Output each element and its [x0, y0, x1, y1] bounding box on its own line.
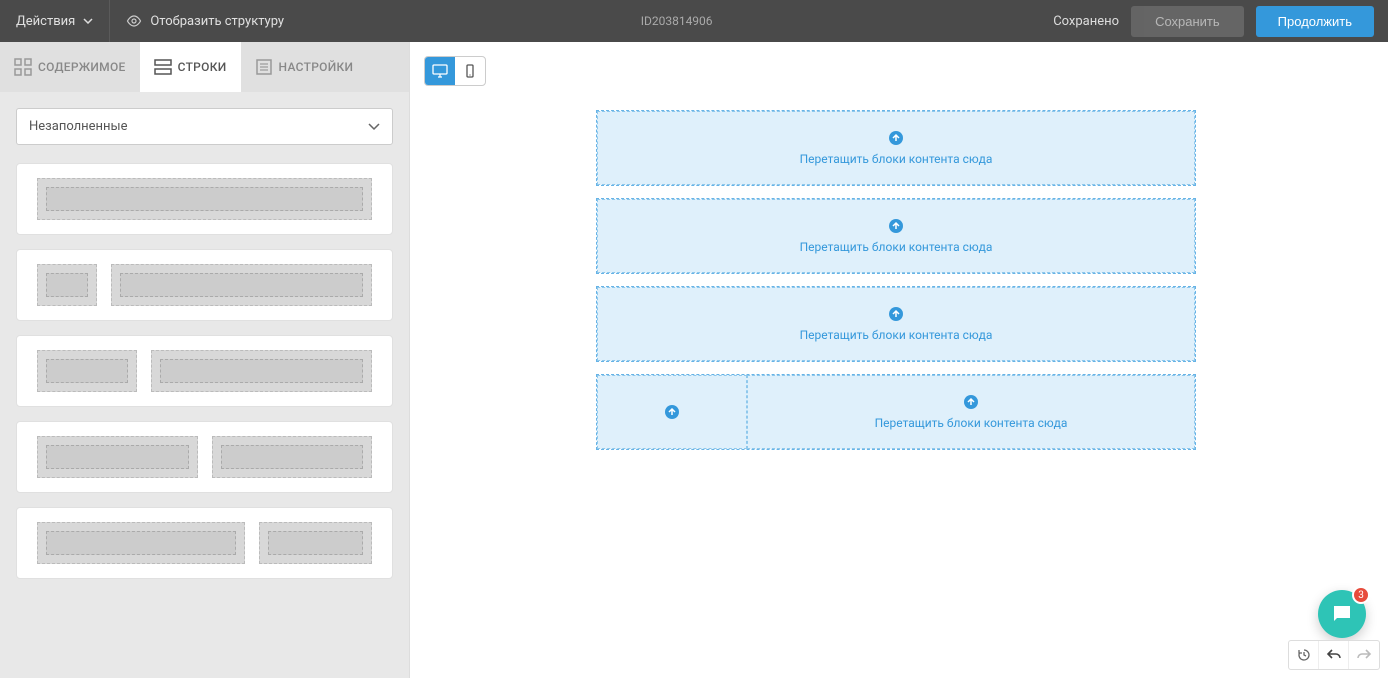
arrow-up-circle-icon [888, 218, 904, 234]
desktop-view-button[interactable] [425, 57, 455, 85]
arrow-up-circle-icon [888, 130, 904, 146]
sidebar-tabs: СОДЕРЖИМОЕ СТРОКИ НАСТРОЙКИ [0, 42, 409, 92]
undo-icon [1326, 647, 1342, 663]
desktop-icon [432, 64, 448, 78]
row-layout-1-3[interactable] [16, 249, 393, 321]
mobile-view-button[interactable] [455, 57, 485, 85]
dropzone-cell-narrow[interactable] [597, 375, 747, 449]
chat-icon [1330, 602, 1354, 626]
rows-icon [154, 58, 172, 76]
dropzone-row[interactable]: Перетащить блоки контента сюда [596, 110, 1196, 186]
chat-widget[interactable]: 3 [1318, 590, 1366, 638]
dropzone-text: Перетащить блоки контента сюда [875, 416, 1068, 430]
arrow-up-circle-icon [963, 394, 979, 410]
header-right: Сохранено Сохранить Продолжить [1053, 6, 1388, 37]
dropzone-row-split[interactable]: Перетащить блоки контента сюда [596, 374, 1196, 450]
redo-icon [1356, 647, 1372, 663]
saved-status: Сохранено [1053, 14, 1119, 29]
undo-button[interactable] [1319, 641, 1349, 669]
row-layout-2col-equal[interactable] [16, 421, 393, 493]
mobile-icon [462, 64, 478, 78]
sidebar-content: Незаполненные [0, 92, 409, 678]
arrow-up-circle-icon [888, 306, 904, 322]
tab-content[interactable]: СОДЕРЖИМОЕ [0, 42, 140, 92]
chevron-down-icon [368, 123, 380, 131]
dropzone-text: Перетащить блоки контента сюда [800, 152, 993, 166]
arrow-up-circle-icon [664, 404, 680, 420]
dropdown-selected: Незаполненные [29, 119, 128, 134]
row-layout-2col-narrow[interactable] [16, 335, 393, 407]
canvas-area: Перетащить блоки контента сюда Перетащит… [410, 42, 1388, 678]
eye-icon [126, 13, 142, 29]
tab-settings[interactable]: НАСТРОЙКИ [241, 42, 368, 92]
tab-rows-label: СТРОКИ [178, 60, 227, 74]
grid-icon [14, 58, 32, 76]
row-filter-dropdown[interactable]: Незаполненные [16, 108, 393, 145]
structure-label: Отобразить структуру [150, 14, 284, 29]
continue-button[interactable]: Продолжить [1256, 6, 1374, 37]
show-structure-button[interactable]: Отобразить структуру [110, 13, 300, 29]
dropzone-text: Перетащить блоки контента сюда [800, 328, 993, 342]
chevron-down-icon [83, 18, 93, 24]
actions-dropdown[interactable]: Действия [0, 0, 110, 42]
dropzone-row[interactable]: Перетащить блоки контента сюда [596, 286, 1196, 362]
history-button[interactable] [1289, 641, 1319, 669]
canvas-rows: Перетащить блоки контента сюда Перетащит… [596, 110, 1196, 450]
main-area: СОДЕРЖИМОЕ СТРОКИ НАСТРОЙКИ Незаполненны… [0, 42, 1388, 678]
dropzone-row[interactable]: Перетащить блоки контента сюда [596, 198, 1196, 274]
header-left: Действия Отобразить структуру [0, 0, 300, 42]
history-icon [1296, 647, 1312, 663]
tab-rows[interactable]: СТРОКИ [140, 42, 241, 92]
dropzone-cell[interactable]: Перетащить блоки контента сюда [747, 375, 1195, 449]
row-layout-1col[interactable] [16, 163, 393, 235]
dropzone-cell[interactable]: Перетащить блоки контента сюда [597, 287, 1195, 361]
dropzone-cell[interactable]: Перетащить блоки контента сюда [597, 199, 1195, 273]
tab-settings-label: НАСТРОЙКИ [279, 60, 354, 74]
row-layout-2-1[interactable] [16, 507, 393, 579]
sidebar: СОДЕРЖИМОЕ СТРОКИ НАСТРОЙКИ Незаполненны… [0, 42, 410, 678]
dropzone-cell[interactable]: Перетащить блоки контента сюда [597, 111, 1195, 185]
tab-content-label: СОДЕРЖИМОЕ [38, 60, 126, 74]
device-toggle [424, 56, 486, 86]
save-button[interactable]: Сохранить [1131, 6, 1244, 37]
document-id: ID203814906 [300, 14, 1053, 28]
redo-button[interactable] [1349, 641, 1379, 669]
settings-icon [255, 58, 273, 76]
chat-badge: 3 [1352, 586, 1370, 604]
actions-label: Действия [16, 14, 75, 29]
dropzone-text: Перетащить блоки контента сюда [800, 240, 993, 254]
history-controls [1288, 640, 1380, 670]
top-header: Действия Отобразить структуру ID20381490… [0, 0, 1388, 42]
